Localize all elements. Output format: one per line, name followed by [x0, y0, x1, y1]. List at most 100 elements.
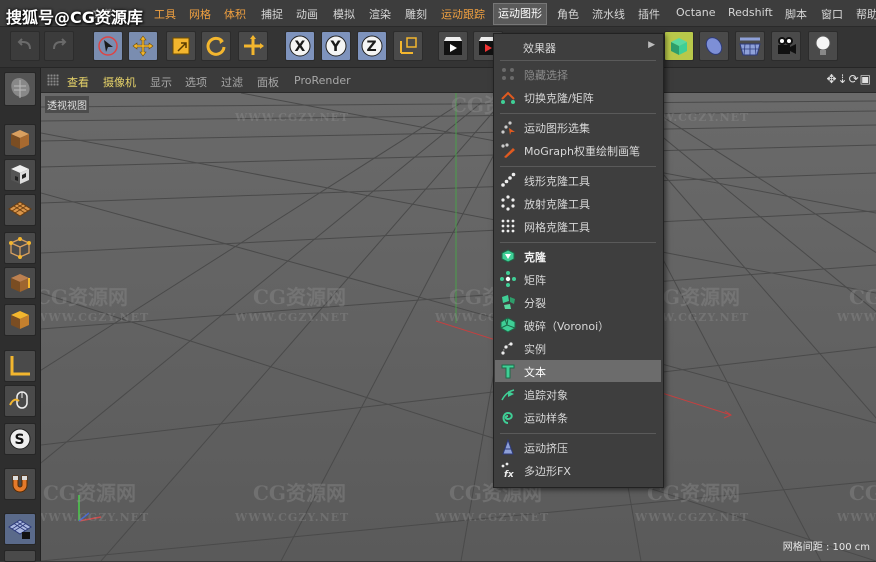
coordinate-system-button[interactable]: [393, 31, 423, 61]
menu-item-mospline[interactable]: 运动样条: [495, 406, 661, 428]
menu-item-instance[interactable]: 实例: [495, 337, 661, 359]
menu-item-moextrude[interactable]: 运动挤压: [495, 436, 661, 458]
svg-text:Z: Z: [367, 39, 377, 55]
render-view-button[interactable]: [438, 31, 468, 61]
menu-item[interactable]: Octane: [676, 6, 716, 19]
menu-separator: [500, 113, 656, 114]
menu-item-tracer[interactable]: 追踪对象: [495, 383, 661, 405]
cube-primitive-button[interactable]: [664, 31, 694, 61]
toggle-clone-matrix-icon: [500, 89, 516, 105]
scale-tool-button[interactable]: [166, 31, 196, 61]
menu-item-mograph-selection[interactable]: 运动图形选集: [495, 116, 661, 138]
floor-grid-button[interactable]: [735, 31, 765, 61]
menu-item-polyfx[interactable]: fx 多边形FX: [495, 459, 661, 481]
svg-text:S: S: [15, 432, 25, 448]
menu-item-text-t[interactable]: 文本: [495, 360, 661, 382]
effectors-submenu[interactable]: 效果器 ▶: [495, 36, 661, 58]
light-bulb-button[interactable]: [808, 31, 838, 61]
polyfx-icon: fx: [500, 462, 516, 480]
viewport-watermark: WWW.CGZY.NET: [235, 311, 350, 324]
redo-button[interactable]: [44, 31, 74, 61]
menu-item[interactable]: 窗口: [821, 6, 843, 22]
menu-item[interactable]: Redshift: [728, 6, 773, 19]
workplane-mode-button[interactable]: [4, 194, 36, 226]
menu-item[interactable]: 雕刻: [405, 6, 427, 22]
menu-item[interactable]: 渲染: [369, 6, 391, 22]
vp-menu-panel[interactable]: 面板: [257, 74, 279, 90]
texture-mode-button[interactable]: [4, 159, 36, 191]
cloner-icon: [500, 248, 516, 264]
vp-menu-prorender[interactable]: ProRender: [294, 74, 351, 87]
maximize-icon[interactable]: ▣: [860, 72, 872, 86]
submenu-arrow-icon: ▶: [648, 40, 655, 50]
make-editable-button[interactable]: [4, 72, 36, 106]
menu-item-radial-clone-tool[interactable]: 放射克隆工具: [495, 192, 661, 214]
menu-item[interactable]: 流水线: [592, 6, 625, 22]
menu-item[interactable]: 模拟: [333, 6, 355, 22]
undo-button[interactable]: [10, 31, 40, 61]
menu-item-label: 矩阵: [524, 274, 546, 287]
vp-menu-options[interactable]: 选项: [185, 74, 207, 90]
viewport-watermark: CG资源网: [253, 481, 346, 505]
vp-menu-display[interactable]: 显示: [150, 74, 172, 90]
radial-clone-tool-icon: [500, 195, 516, 211]
menu-item[interactable]: 运动跟踪: [441, 6, 485, 22]
menu-item-grid-clone-tool[interactable]: 网格克隆工具: [495, 215, 661, 237]
menu-item[interactable]: 网格: [189, 6, 211, 22]
menu-item-label: 切换克隆/矩阵: [524, 92, 594, 105]
menu-item-cloner[interactable]: 克隆: [495, 245, 661, 267]
nurbs-button[interactable]: [699, 31, 729, 61]
dolly-icon[interactable]: ⇣: [838, 72, 849, 86]
menu-item[interactable]: 工具: [154, 6, 176, 22]
viewport-grip-handle[interactable]: [47, 74, 59, 86]
tweak-mode-button[interactable]: [4, 385, 36, 417]
menu-item[interactable]: 脚本: [785, 6, 807, 22]
viewport-nav-icons[interactable]: ✥⇣⟳▣: [826, 72, 872, 86]
menu-item[interactable]: 插件: [638, 6, 660, 22]
menu-item[interactable]: 捕捉: [261, 6, 283, 22]
menu-item-hide-selection[interactable]: 隐藏选择: [495, 63, 661, 85]
axis-mode-button[interactable]: [4, 350, 36, 382]
perspective-viewport[interactable]: CG资源网 CG资源网 CG资源网 CG资源网 CG资源网 WWW.CGZY.N…: [41, 93, 876, 561]
edges-mode-button[interactable]: [4, 267, 36, 299]
menu-item-label: 运动挤压: [524, 442, 568, 455]
vp-menu-filter[interactable]: 过滤: [221, 74, 243, 90]
x-axis-lock-button[interactable]: X: [285, 31, 315, 61]
rotate-tool-button[interactable]: [201, 31, 231, 61]
points-mode-button[interactable]: [4, 232, 36, 264]
polygons-mode-button[interactable]: [4, 304, 36, 336]
model-mode-button[interactable]: [4, 124, 36, 156]
z-axis-lock-button[interactable]: Z: [357, 31, 387, 61]
menu-separator: [500, 433, 656, 434]
vp-menu-view[interactable]: 查看: [67, 74, 89, 90]
menu-item-toggle-clone-matrix[interactable]: 切换克隆/矩阵: [495, 86, 661, 108]
viewport-watermark: CG资源网: [849, 481, 876, 505]
menu-item-linear-clone-tool[interactable]: 线形克隆工具: [495, 169, 661, 191]
snap-button[interactable]: S: [4, 423, 36, 455]
menu-item[interactable]: 运动图形: [493, 3, 547, 25]
magnet-tool-button[interactable]: [4, 468, 36, 500]
workplane-lock-button[interactable]: [4, 513, 36, 545]
orbit-icon[interactable]: ⟳: [849, 72, 860, 86]
toolbar-overflow-button[interactable]: [4, 550, 36, 562]
pan-icon[interactable]: ✥: [826, 72, 837, 86]
menu-item-weight-paint-brush[interactable]: MoGraph权重绘制画笔: [495, 139, 661, 161]
weight-paint-brush-icon: [500, 142, 516, 158]
matrix-icon: [500, 271, 516, 287]
menu-item[interactable]: 角色: [557, 6, 579, 22]
svg-text:X: X: [295, 39, 306, 55]
transform-tool-button[interactable]: [238, 31, 268, 61]
menu-item-matrix[interactable]: 矩阵: [495, 268, 661, 290]
menu-item[interactable]: 帮助: [856, 6, 876, 22]
menu-item-voronoi-fracture[interactable]: 破碎（Voronoi）: [495, 314, 661, 336]
y-axis-lock-button[interactable]: Y: [321, 31, 351, 61]
select-arrow-button[interactable]: [93, 31, 123, 61]
menu-item[interactable]: 体积: [224, 6, 246, 22]
menu-item-fracture[interactable]: 分裂: [495, 291, 661, 313]
camera-button[interactable]: [771, 31, 801, 61]
menu-item[interactable]: 动画: [296, 6, 318, 22]
menu-item-label: 线形克隆工具: [524, 175, 590, 188]
left-toolbar: S: [0, 68, 41, 562]
move-tool-button[interactable]: [128, 31, 158, 61]
vp-menu-cameras[interactable]: 摄像机: [103, 74, 136, 90]
